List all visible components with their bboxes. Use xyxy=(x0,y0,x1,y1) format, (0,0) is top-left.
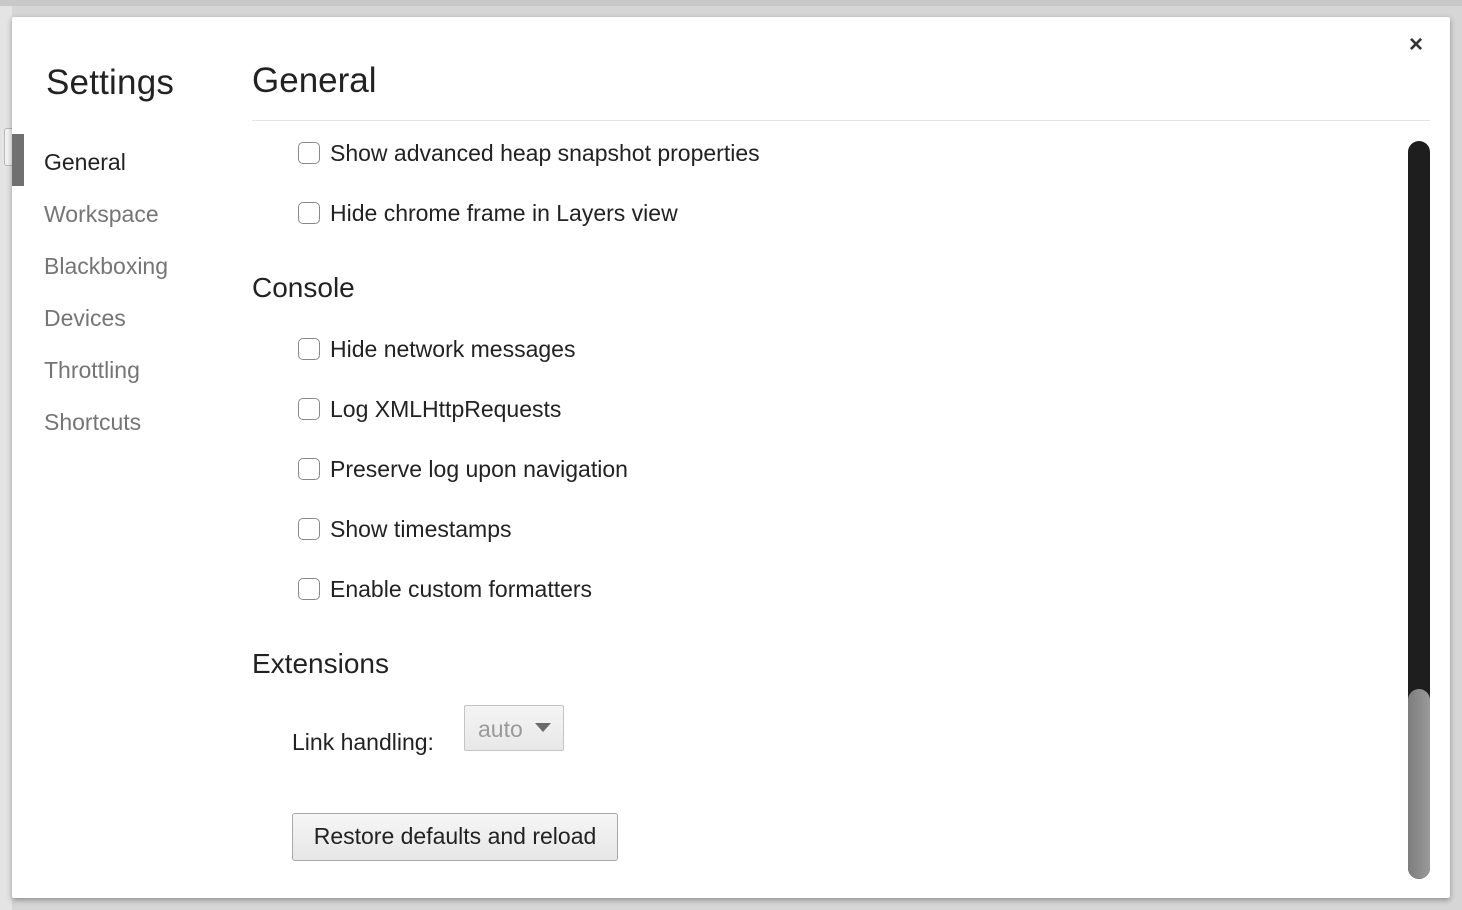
link-handling-select[interactable]: auto xyxy=(464,705,564,751)
settings-content: Show advanced heap snapshot properties H… xyxy=(252,121,1402,898)
close-icon[interactable]: × xyxy=(1404,33,1428,57)
option-label: Show timestamps xyxy=(330,515,512,542)
option-label: Preserve log upon navigation xyxy=(330,455,628,482)
option-label: Hide network messages xyxy=(330,335,576,362)
sidebar: General Workspace Blackboxing Devices Th… xyxy=(12,134,232,455)
background-window-topbar xyxy=(0,0,1462,6)
option-show-advanced-heap-snapshot[interactable]: Show advanced heap snapshot properties xyxy=(298,138,760,168)
option-log-xmlhttprequests[interactable]: Log XMLHttpRequests xyxy=(298,394,561,424)
sidebar-item-devices[interactable]: Devices xyxy=(12,299,232,351)
sidebar-item-blackboxing[interactable]: Blackboxing xyxy=(12,247,232,299)
checkbox[interactable] xyxy=(298,338,320,360)
option-label: Show advanced heap snapshot properties xyxy=(330,139,760,166)
checkbox[interactable] xyxy=(298,398,320,420)
checkbox[interactable] xyxy=(298,458,320,480)
select-value: auto xyxy=(478,716,523,742)
checkbox[interactable] xyxy=(298,142,320,164)
option-hide-chrome-frame[interactable]: Hide chrome frame in Layers view xyxy=(298,198,678,228)
sidebar-item-throttling[interactable]: Throttling xyxy=(12,351,232,403)
page-title: General xyxy=(252,61,377,100)
checkbox[interactable] xyxy=(298,202,320,224)
section-title-console: Console xyxy=(252,272,355,303)
settings-dialog: × Settings General Workspace Blackboxing… xyxy=(12,17,1450,898)
option-label: Hide chrome frame in Layers view xyxy=(330,199,678,226)
checkbox[interactable] xyxy=(298,578,320,600)
option-hide-network-messages[interactable]: Hide network messages xyxy=(298,334,575,364)
sidebar-title: Settings xyxy=(46,63,175,102)
option-label: Log XMLHttpRequests xyxy=(330,395,562,422)
chevron-down-icon xyxy=(535,723,551,732)
option-enable-custom-formatters[interactable]: Enable custom formatters xyxy=(298,574,592,604)
sidebar-item-workspace[interactable]: Workspace xyxy=(12,195,232,247)
option-show-timestamps[interactable]: Show timestamps xyxy=(298,514,512,544)
restore-defaults-button[interactable]: Restore defaults and reload xyxy=(292,813,618,861)
sidebar-item-shortcuts[interactable]: Shortcuts xyxy=(12,403,232,455)
sidebar-item-general[interactable]: General xyxy=(12,134,232,195)
scrollbar[interactable] xyxy=(1408,141,1430,879)
checkbox[interactable] xyxy=(298,518,320,540)
option-preserve-log[interactable]: Preserve log upon navigation xyxy=(298,454,628,484)
option-label: Enable custom formatters xyxy=(330,575,593,602)
scrollbar-thumb[interactable] xyxy=(1408,689,1430,879)
section-title-extensions: Extensions xyxy=(252,648,389,679)
link-handling-label: Link handling: xyxy=(292,729,434,755)
